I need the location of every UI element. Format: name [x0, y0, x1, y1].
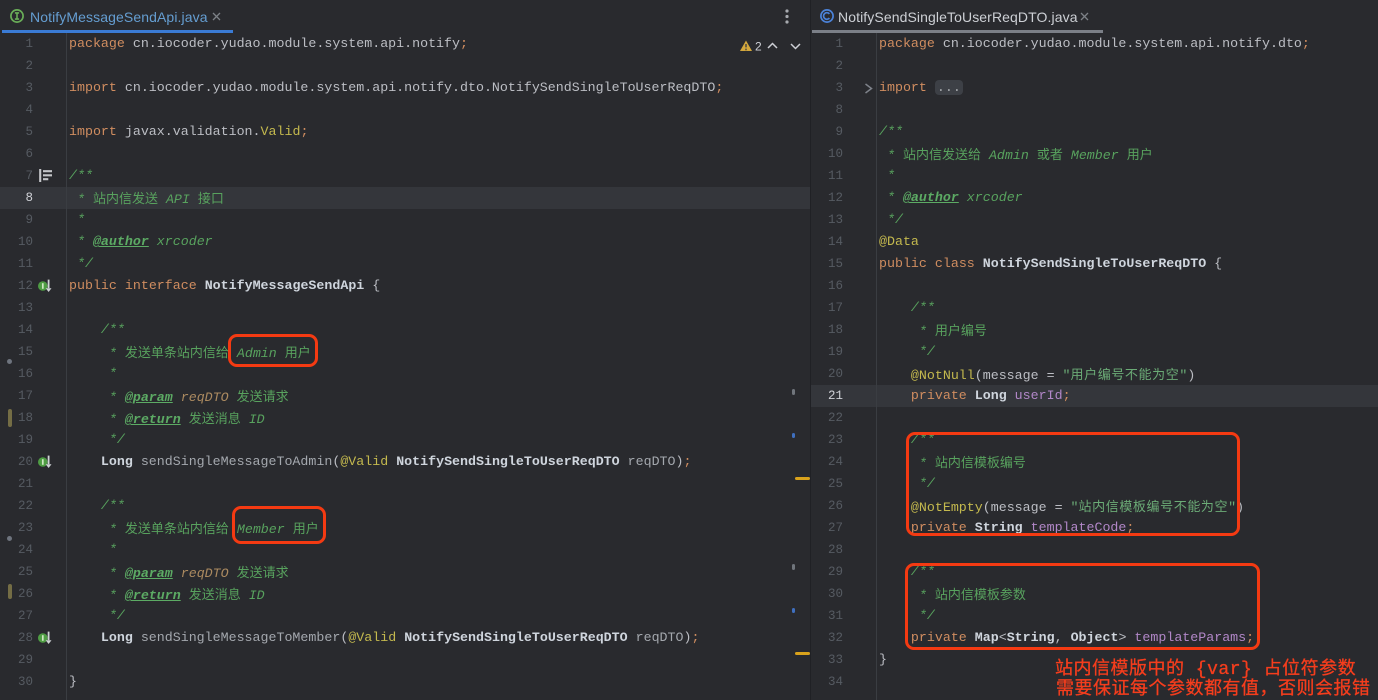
svg-text:2: 2: [755, 40, 762, 54]
